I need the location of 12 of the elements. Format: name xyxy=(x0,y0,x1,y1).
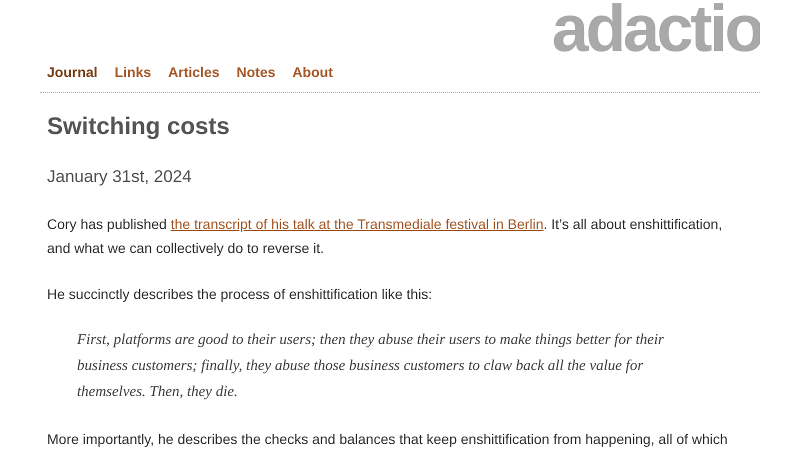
article-title: Switching costs xyxy=(47,113,231,141)
paragraph: He succinctly describes the process of enshittification like this: xyxy=(47,285,434,304)
nav-link[interactable]: Links xyxy=(114,63,152,81)
article-date: January 31st, 2024 xyxy=(47,166,193,188)
transcript-link[interactable]: the transcript of his talk at the Transmediale festival in Berlin xyxy=(170,216,544,232)
nav-link[interactable]: Notes xyxy=(236,63,276,81)
paragraph: More importantly, he describes the checks and balances that keep enshittification from happening, all of which xyxy=(47,430,729,449)
nav-link[interactable]: Articles xyxy=(168,63,220,81)
nav-link[interactable]: About xyxy=(292,63,333,81)
nav-link[interactable]: Journal xyxy=(47,63,98,81)
blockquote: First, platforms are good to their users; then they abuse their users to make things better for their business customers; finally, they abuse those business customers to claw back all the value for themselves. Then, they die. xyxy=(77,331,665,402)
paragraph: Cory has published the transcript of his talk at the Transmediale festival in Berlin. It’s all about enshittification, and what we can collectively do to reverse it. xyxy=(47,215,724,258)
